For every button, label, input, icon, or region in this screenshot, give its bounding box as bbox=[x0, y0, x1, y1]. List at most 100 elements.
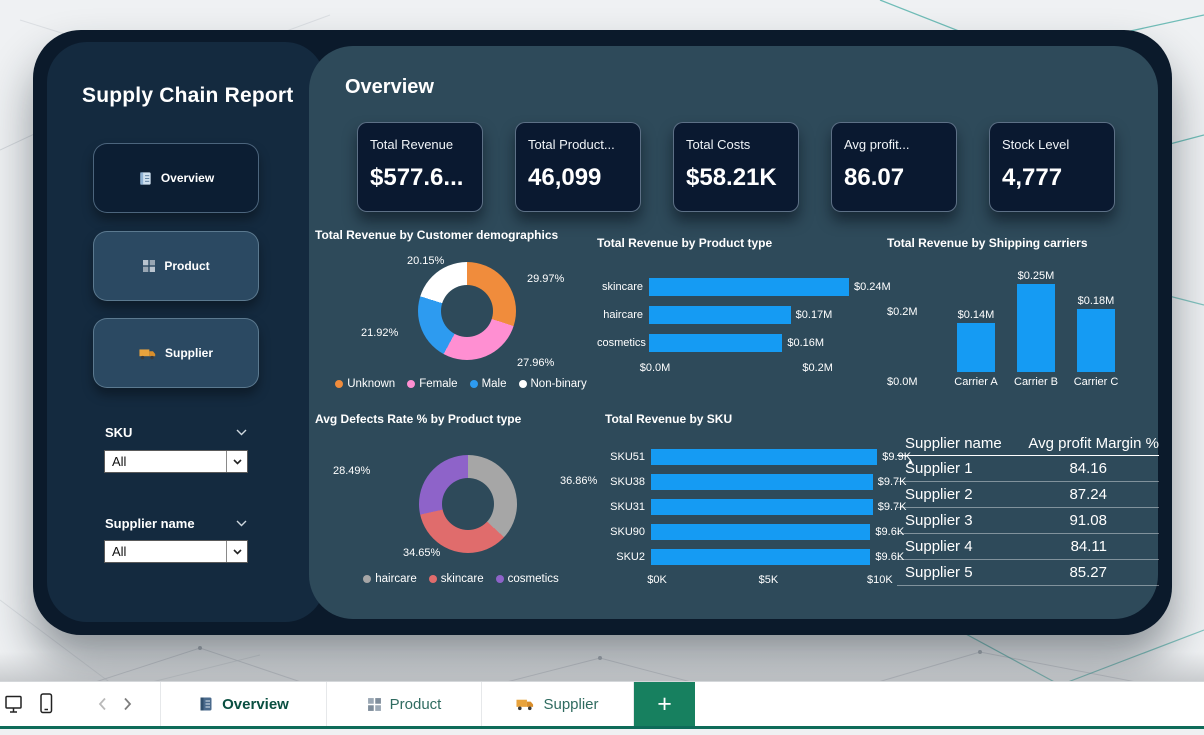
bar-plot: skincare $0.24M haircare $0.17M cosmetics $0.… bbox=[597, 278, 899, 376]
tab-product[interactable]: Product bbox=[327, 682, 482, 726]
table-row[interactable]: Supplier 3 91.08 bbox=[897, 508, 1159, 534]
tab-supplier[interactable]: Supplier bbox=[482, 682, 634, 726]
donut-demographics[interactable] bbox=[418, 262, 516, 360]
columns: $0.14M Carrier A $0.25M Carrier B $0.18M Carr… bbox=[933, 262, 1155, 389]
bar-track: $0.16M bbox=[649, 334, 899, 352]
chart-revenue-by-demographics: Total Revenue by Customer demographics 2… bbox=[315, 228, 607, 406]
legend: Unknown Female Male Non-binary bbox=[315, 378, 607, 390]
kpi-label: Avg profit... bbox=[844, 137, 910, 152]
chevron-down-icon[interactable] bbox=[236, 429, 247, 436]
legend-swatch bbox=[495, 575, 504, 583]
sidebar-item-supplier[interactable]: Supplier bbox=[93, 318, 259, 388]
kpi-value: 86.07 bbox=[844, 164, 905, 191]
bar-track: $9.7K bbox=[651, 499, 906, 515]
bar-track: $9.7K bbox=[651, 474, 906, 490]
bar[interactable] bbox=[649, 334, 783, 352]
tab-label: Supplier bbox=[543, 695, 599, 713]
bar-row[interactable]: cosmetics $0.16M bbox=[597, 334, 899, 352]
table-row[interactable]: Supplier 4 84.11 bbox=[897, 534, 1159, 560]
bar-plot: SKU51 $9.9K SKU38 $9.7K SKU31 $9.7K SKU90 $9.6K… bbox=[605, 449, 911, 588]
supplier-dropdown[interactable]: All bbox=[104, 540, 248, 563]
chart-title: Avg Defects Rate % by Product type bbox=[315, 412, 522, 426]
truck-icon bbox=[516, 697, 535, 711]
sidebar-item-overview[interactable]: Overview bbox=[93, 143, 259, 213]
margin-value-cell: 87.24 bbox=[1069, 486, 1107, 503]
bar[interactable] bbox=[1077, 309, 1115, 372]
bar[interactable] bbox=[649, 306, 791, 324]
category-label: cosmetics bbox=[597, 337, 646, 349]
slice-label: 27.96% bbox=[517, 357, 555, 369]
bar-track: $0.24M bbox=[649, 278, 899, 296]
donut-defects[interactable] bbox=[419, 455, 517, 553]
legend-item[interactable]: Non-binary bbox=[518, 378, 587, 390]
chart-title: Total Revenue by Customer demographics bbox=[315, 228, 559, 242]
legend-item[interactable]: Male bbox=[469, 378, 507, 390]
category-label: SKU2 bbox=[616, 551, 645, 563]
x-axis-tick: $0.0M bbox=[639, 362, 671, 374]
bar[interactable] bbox=[649, 278, 849, 296]
category-label: SKU31 bbox=[610, 501, 645, 513]
legend-item[interactable]: Female bbox=[407, 378, 458, 390]
bar[interactable] bbox=[1017, 284, 1055, 372]
legend-label: Unknown bbox=[347, 378, 396, 390]
mobile-view-icon[interactable] bbox=[36, 692, 56, 716]
desktop-view-icon[interactable] bbox=[4, 693, 26, 715]
legend-item[interactable]: haircare bbox=[363, 573, 417, 585]
bar[interactable] bbox=[957, 323, 995, 372]
prev-page-arrow[interactable] bbox=[98, 697, 107, 711]
bar-row[interactable]: SKU90 $9.6K bbox=[605, 524, 904, 540]
slice-label: 36.86% bbox=[560, 475, 598, 487]
sidebar-item-product[interactable]: Product bbox=[93, 231, 259, 301]
supplier-filter-header: Supplier name bbox=[105, 516, 247, 531]
chevron-down-icon[interactable] bbox=[236, 520, 247, 527]
report-title: Supply Chain Report bbox=[82, 84, 294, 107]
supplier-name-cell: Supplier 4 bbox=[905, 538, 973, 555]
column[interactable]: $0.18M Carrier C bbox=[1074, 295, 1119, 389]
chart-title: Total Revenue by Product type bbox=[597, 236, 773, 250]
margin-value-cell: 84.11 bbox=[1070, 538, 1107, 555]
page-tab-bar: Overview Product Supplier + bbox=[0, 681, 1204, 729]
category-label: Carrier A bbox=[954, 376, 998, 388]
legend-swatch bbox=[363, 575, 372, 583]
supplier-margin-table: ▲ Supplier name Avg profit Margin % Suppli… bbox=[897, 418, 1159, 586]
bar-row[interactable]: SKU51 $9.9K bbox=[605, 449, 911, 465]
dashboard-card: Supply Chain Report Overview Product Sup… bbox=[33, 30, 1172, 635]
next-page-arrow[interactable] bbox=[123, 697, 132, 711]
chart-title: Total Revenue by Shipping carriers bbox=[887, 236, 1088, 250]
bar-row[interactable]: SKU38 $9.7K bbox=[605, 474, 906, 490]
add-page-button[interactable]: + bbox=[634, 682, 695, 726]
column-header[interactable]: Supplier name bbox=[897, 435, 1019, 452]
sidebar-item-label: Supplier bbox=[164, 346, 213, 360]
bar[interactable] bbox=[651, 524, 871, 540]
sidebar-item-label: Product bbox=[164, 259, 210, 273]
bar[interactable] bbox=[651, 549, 871, 565]
table-row[interactable]: Supplier 2 87.24 bbox=[897, 482, 1159, 508]
kpi-label: Stock Level bbox=[1002, 137, 1070, 152]
table-row[interactable]: Supplier 1 84.16 bbox=[897, 456, 1159, 482]
table-row[interactable]: Supplier 5 85.27 bbox=[897, 560, 1159, 586]
legend-item[interactable]: skincare bbox=[428, 573, 484, 585]
dropdown-arrow-icon bbox=[226, 451, 247, 472]
bar-row[interactable]: SKU2 $9.6K bbox=[605, 549, 904, 565]
column[interactable]: $0.14M Carrier A bbox=[954, 309, 998, 389]
bar-row[interactable]: skincare $0.24M bbox=[597, 278, 899, 296]
legend-label: skincare bbox=[440, 573, 484, 585]
column-header[interactable]: Avg profit Margin % bbox=[1019, 435, 1159, 452]
legend-label: cosmetics bbox=[507, 573, 559, 585]
kpi-label: Total Product... bbox=[528, 137, 615, 152]
tab-overview[interactable]: Overview bbox=[160, 682, 327, 726]
bar-track: $9.6K bbox=[651, 524, 904, 540]
kpi-row: Total Revenue $577.6... Total Product...… bbox=[357, 122, 1115, 212]
bar-row[interactable]: SKU31 $9.7K bbox=[605, 499, 906, 515]
bar[interactable] bbox=[651, 474, 873, 490]
column[interactable]: $0.25M Carrier B bbox=[1014, 270, 1058, 389]
dropdown-arrow-icon bbox=[226, 541, 247, 562]
legend-item[interactable]: cosmetics bbox=[495, 573, 559, 585]
legend-item[interactable]: Unknown bbox=[335, 378, 395, 390]
bar-row[interactable]: haircare $0.17M bbox=[597, 306, 899, 324]
bar[interactable] bbox=[651, 449, 878, 465]
kpi-value: 4,777 bbox=[1002, 164, 1063, 191]
bar[interactable] bbox=[651, 499, 873, 515]
sku-dropdown[interactable]: All bbox=[104, 450, 248, 473]
value-label: $0.18M bbox=[1077, 295, 1115, 307]
